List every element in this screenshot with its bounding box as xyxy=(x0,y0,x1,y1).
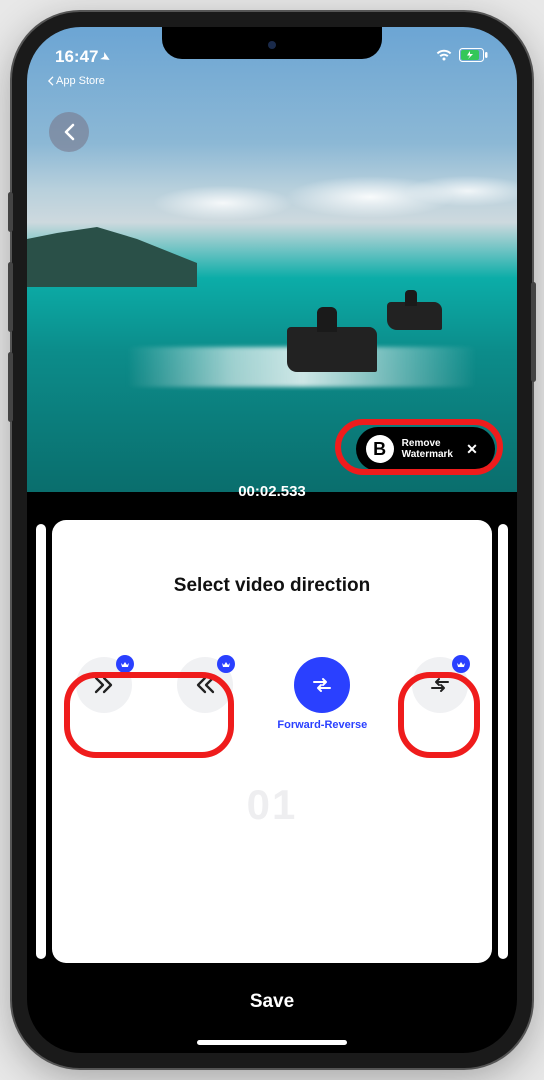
premium-badge-icon xyxy=(217,655,235,673)
watermark-label: Remove Watermark xyxy=(402,438,453,461)
premium-badge-icon xyxy=(116,655,134,673)
brand-badge-icon: B xyxy=(366,435,394,463)
panel-handle-right[interactable] xyxy=(498,524,508,959)
panel-handle-left[interactable] xyxy=(36,524,46,959)
fast-forward-icon xyxy=(92,673,116,697)
video-timecode: 00:02.533 xyxy=(238,483,306,500)
step-counter: 01 xyxy=(70,781,474,829)
breadcrumb-back[interactable]: App Store xyxy=(47,75,105,87)
direction-forward-button[interactable] xyxy=(76,657,132,713)
direction-panel: Select video direction xyxy=(52,520,492,963)
panel-title: Select video direction xyxy=(70,575,474,597)
swap-arrows-alt-icon xyxy=(428,673,452,697)
direction-reverse-button[interactable] xyxy=(177,657,233,713)
direction-forward-reverse-button[interactable]: Forward-Reverse xyxy=(277,657,367,731)
rewind-icon xyxy=(193,673,217,697)
remove-watermark-pill[interactable]: B Remove Watermark ✕ xyxy=(356,427,495,471)
direction-reverse-forward-button[interactable] xyxy=(412,657,468,713)
status-time: 16:47 xyxy=(55,47,98,67)
video-preview[interactable] xyxy=(27,27,517,492)
save-button[interactable]: Save xyxy=(220,981,324,1023)
location-icon: ➤ xyxy=(99,49,113,65)
wifi-icon xyxy=(435,48,453,67)
close-icon[interactable]: ✕ xyxy=(461,438,483,460)
back-button[interactable] xyxy=(49,112,89,152)
premium-badge-icon xyxy=(452,655,470,673)
direction-label: Forward-Reverse xyxy=(277,719,367,731)
swap-arrows-icon xyxy=(310,673,334,697)
breadcrumb-label: App Store xyxy=(56,75,105,87)
battery-charging-icon xyxy=(459,48,489,67)
home-indicator[interactable] xyxy=(197,1040,347,1045)
